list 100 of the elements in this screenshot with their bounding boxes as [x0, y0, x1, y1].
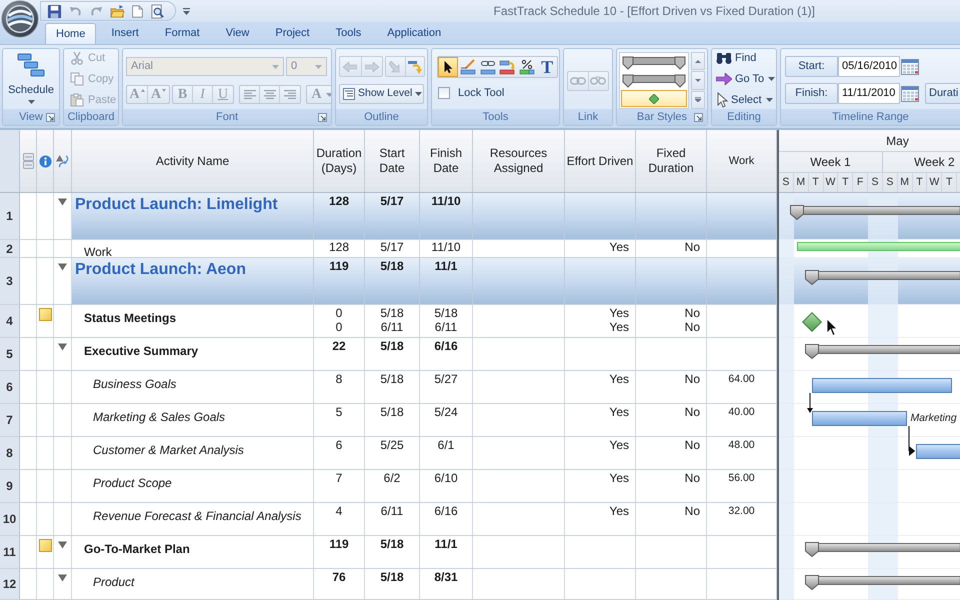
fixed-duration-value: No: [684, 372, 700, 386]
collapse-triangle-icon[interactable]: [58, 198, 67, 206]
app-logo-icon[interactable]: [1, 0, 39, 38]
text-align-icon: [284, 90, 296, 100]
caret-icon: [28, 100, 34, 104]
row-header[interactable]: 6: [0, 371, 20, 403]
collapse-triangle-icon[interactable]: [58, 574, 67, 582]
find-button[interactable]: Find: [716, 49, 776, 67]
finish-date-field[interactable]: 11/11/2010: [838, 83, 900, 104]
calendar-icon[interactable]: [901, 58, 919, 74]
duration-value: 22: [332, 339, 346, 353]
collapse-triangle-icon[interactable]: [58, 343, 67, 351]
bar-style-option[interactable]: [621, 90, 687, 107]
effort-driven-value: Yes: [609, 438, 629, 452]
activity-name: Business Goals: [93, 377, 176, 391]
folder-icon[interactable]: [110, 4, 125, 18]
row-height-icon[interactable]: [22, 153, 34, 169]
start-date: 5/18: [380, 339, 404, 353]
day-label: W: [825, 174, 836, 190]
note-icon[interactable]: [38, 539, 52, 552]
start-date-field[interactable]: 05/16/2010: [838, 56, 900, 77]
work-value: 64.00: [728, 372, 755, 386]
sort-icon[interactable]: [55, 154, 70, 168]
show-level-button[interactable]: Show Level: [339, 84, 424, 104]
bar-style-option[interactable]: [621, 72, 687, 89]
select-button[interactable]: Select: [716, 91, 776, 109]
group-label: Link: [578, 112, 598, 122]
column-header[interactable]: Start Date: [365, 146, 419, 176]
info-icon[interactable]: [38, 154, 52, 168]
scroll-down-button[interactable]: [691, 71, 705, 90]
row-header[interactable]: 9: [0, 470, 20, 502]
new-document-icon[interactable]: [131, 4, 144, 18]
start-date: 5/18: [380, 372, 404, 386]
clipboard-icon: [70, 93, 84, 107]
finish-date: 8/31: [434, 570, 458, 584]
week-label: Week 1: [810, 154, 851, 171]
duration-value: 76: [332, 570, 346, 584]
customize-toolbar-icon[interactable]: [183, 8, 190, 14]
duration-button[interactable]: Durati: [925, 83, 960, 104]
row-header[interactable]: 12: [0, 569, 20, 599]
dialog-launcher-icon[interactable]: [318, 112, 327, 122]
row-header[interactable]: 2: [0, 240, 20, 257]
activity-name: Product Launch: Limelight: [75, 196, 278, 213]
column-header[interactable]: Fixed Duration: [636, 146, 706, 176]
fixed-duration-value: No: [684, 320, 700, 334]
dialog-launcher-icon[interactable]: [694, 112, 703, 122]
row-header[interactable]: 11: [0, 536, 20, 568]
pencil-bar-icon: [460, 59, 476, 75]
note-icon[interactable]: [38, 308, 52, 321]
scroll-up-button[interactable]: [691, 52, 705, 70]
go-to-button[interactable]: Go To: [716, 70, 776, 88]
save-icon[interactable]: [47, 4, 62, 18]
row-header[interactable]: 7: [0, 404, 20, 436]
column-header[interactable]: Finish Date: [420, 146, 472, 176]
effort-driven-value: Yes: [609, 471, 629, 485]
ribbon-tab[interactable]: Format: [154, 23, 211, 44]
ribbon-tab[interactable]: View: [214, 23, 260, 44]
binoculars-icon: [716, 51, 732, 65]
row-header[interactable]: 1: [0, 193, 20, 239]
window-title: FastTrack Schedule 10 - [Effort Driven vs Fixed Duration (1)]: [494, 3, 815, 20]
row-header[interactable]: 10: [0, 503, 20, 535]
more-button[interactable]: [691, 90, 705, 109]
print-preview-icon[interactable]: [150, 4, 165, 18]
column-header[interactable]: Activity Name: [156, 154, 230, 168]
collapse-triangle-icon[interactable]: [58, 263, 67, 271]
fixed-duration-value: No: [684, 504, 700, 518]
bar-style-option[interactable]: [621, 54, 687, 71]
mouse-cursor-icon: [826, 318, 838, 337]
tool-button[interactable]: [517, 57, 538, 77]
row-header[interactable]: 8: [0, 437, 20, 469]
row-header[interactable]: 3: [0, 258, 20, 304]
ribbon-tab[interactable]: Home: [45, 23, 96, 44]
calendar-icon[interactable]: [901, 86, 919, 102]
finish-button[interactable]: Finish:: [785, 83, 838, 104]
group-label: View: [19, 112, 43, 122]
checkbox-icon[interactable]: [438, 87, 450, 99]
row-header[interactable]: 4: [0, 305, 20, 337]
dialog-launcher-icon[interactable]: [46, 112, 55, 122]
schedule-button[interactable]: Schedule: [5, 49, 57, 109]
start-date: 5/18: [380, 306, 404, 320]
tool-button[interactable]: T: [537, 57, 557, 77]
duration-value: 128: [328, 194, 350, 208]
ribbon-tab[interactable]: Application: [376, 23, 452, 44]
start-button[interactable]: Start:: [785, 56, 838, 77]
summary-bar-style-icon: [622, 56, 686, 70]
tool-button[interactable]: [438, 57, 458, 77]
column-header[interactable]: Resources Assigned: [473, 146, 564, 176]
bent-arrow-icon[interactable]: [408, 60, 422, 74]
column-header[interactable]: Effort Driven: [566, 154, 634, 168]
collapse-triangle-icon[interactable]: [58, 541, 67, 549]
activity-name: Go-To-Market Plan: [84, 542, 190, 556]
ribbon-tab[interactable]: Project: [264, 23, 321, 44]
column-header[interactable]: Duration (Days): [314, 146, 364, 176]
lock-tool-checkbox[interactable]: Lock Tool: [438, 86, 559, 100]
duration-value: 119: [329, 259, 349, 273]
ribbon-tab[interactable]: Insert: [100, 23, 150, 44]
day-label: M: [796, 174, 806, 190]
column-header[interactable]: Work: [728, 154, 754, 168]
ribbon-tab[interactable]: Tools: [324, 23, 372, 44]
row-header[interactable]: 5: [0, 338, 20, 370]
